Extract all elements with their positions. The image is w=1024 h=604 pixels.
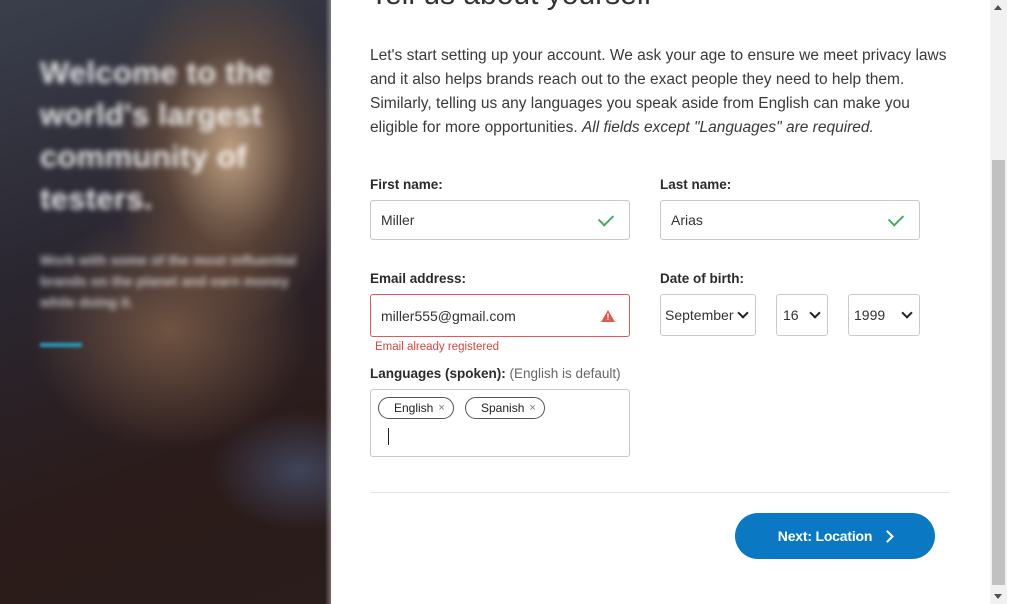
- hero-panel: Welcome to the world's largest community…: [0, 0, 331, 604]
- first-name-field[interactable]: Miller: [370, 200, 630, 240]
- languages-label-text: Languages (spoken):: [370, 366, 506, 381]
- hero-accent-bar: [40, 343, 82, 347]
- languages-label: Languages (spoken): (English is default): [370, 366, 621, 381]
- dob-day-select[interactable]: 16: [776, 294, 828, 336]
- dob-year-value: 1999: [854, 307, 886, 323]
- vertical-scrollbar[interactable]: [990, 0, 1007, 604]
- first-name-label: First name:: [370, 177, 443, 192]
- chevron-right-icon: [881, 529, 895, 543]
- chevron-down-icon: [809, 307, 821, 319]
- languages-note: (English is default): [509, 366, 621, 381]
- dob-month-select[interactable]: September: [660, 294, 756, 336]
- page-title: Tell us about yourself: [370, 0, 652, 12]
- language-tag-english[interactable]: English ×: [378, 397, 454, 419]
- divider: [370, 492, 950, 493]
- text-caret: [388, 428, 389, 445]
- email-field[interactable]: miller555@gmail.com !: [370, 294, 630, 337]
- hero-title: Welcome to the world's largest community…: [40, 55, 273, 216]
- language-tag-label: Spanish: [481, 401, 525, 415]
- last-name-field[interactable]: Arias: [660, 200, 920, 240]
- dob-month-value: September: [665, 307, 734, 323]
- check-icon: [597, 209, 615, 227]
- scroll-up-arrow-icon[interactable]: [994, 5, 1002, 10]
- intro-text: Let's start setting up your account. We …: [370, 44, 950, 140]
- warning-icon: !: [601, 309, 615, 322]
- intro-note: All fields except "Languages" are requir…: [581, 119, 874, 136]
- close-icon[interactable]: ×: [529, 402, 535, 414]
- dob-label: Date of birth:: [660, 271, 744, 286]
- last-name-value: Arias: [671, 212, 703, 228]
- language-tag-label: English: [394, 401, 434, 415]
- close-icon[interactable]: ×: [438, 402, 444, 414]
- hero-subtitle: Work with some of the most influential b…: [40, 252, 297, 310]
- email-value: miller555@gmail.com: [381, 307, 516, 324]
- next-button-label: Next: Location: [777, 528, 873, 544]
- chevron-down-icon: [901, 307, 913, 319]
- chevron-down-icon: [737, 307, 749, 319]
- first-name-value: Miller: [381, 212, 415, 228]
- check-icon: [887, 209, 905, 227]
- email-error-message: Email already registered: [375, 341, 500, 353]
- language-tag-spanish[interactable]: Spanish ×: [465, 397, 545, 419]
- last-name-label: Last name:: [660, 177, 732, 192]
- scroll-down-arrow-icon[interactable]: [994, 594, 1002, 599]
- languages-input[interactable]: English × Spanish ×: [370, 389, 630, 457]
- email-label: Email address:: [370, 271, 467, 286]
- next-location-button[interactable]: Next: Location: [735, 513, 935, 559]
- scroll-thumb[interactable]: [992, 160, 1005, 585]
- dob-day-value: 16: [783, 307, 799, 323]
- dob-year-select[interactable]: 1999: [848, 294, 920, 336]
